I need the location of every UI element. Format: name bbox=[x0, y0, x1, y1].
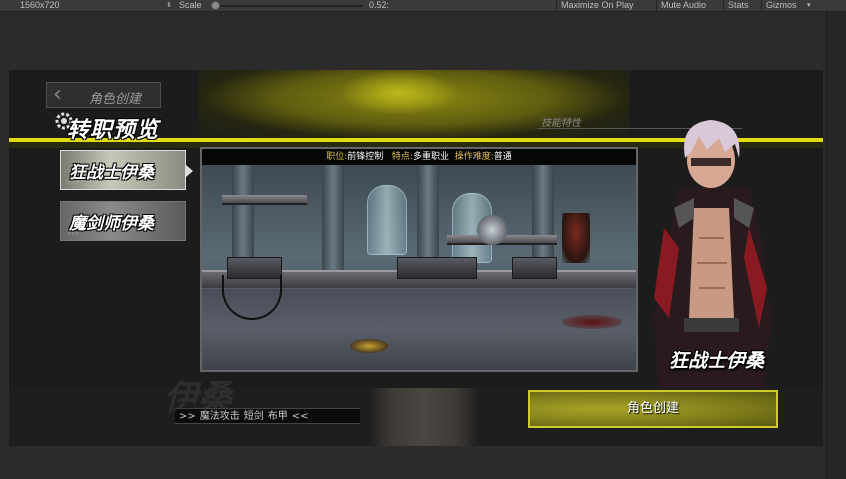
mute-audio-button[interactable]: Mute Audio bbox=[656, 0, 710, 11]
create-character-button[interactable]: 角色创建 bbox=[528, 390, 778, 428]
editor-toolbar: 1560x720 ⬍ Scale 0.52: Maximize On Play … bbox=[0, 0, 846, 12]
scene-floor-lamp bbox=[350, 339, 388, 353]
difficulty-key: 操作难度: bbox=[454, 152, 494, 162]
back-button[interactable]: ‹ 角色创建 bbox=[46, 82, 161, 108]
magic-attack-attr: 魔法攻击 bbox=[199, 411, 240, 422]
scene-machine bbox=[512, 257, 557, 279]
trait-key: 特点: bbox=[391, 152, 413, 162]
back-button-label: 角色创建 bbox=[89, 92, 142, 107]
job-preview-panel: 职位:前锋控制 特点:多重职业 操作难度:普通 bbox=[200, 147, 638, 372]
chevrons-icon: >>> bbox=[67, 180, 80, 186]
preview-info-bar: 职位:前锋控制 特点:多重职业 操作难度:普通 bbox=[202, 149, 636, 165]
attr-open-chevrons: >> bbox=[179, 411, 196, 422]
gizmos-dropdown-icon[interactable]: ▾ bbox=[807, 0, 811, 11]
character-legs-backdrop bbox=[369, 388, 479, 446]
scene-pillar bbox=[322, 165, 344, 285]
role-key: 职位: bbox=[326, 152, 348, 162]
background-paint-highlight bbox=[339, 70, 459, 115]
job-button-berserker[interactable]: 狂战士伊桑 >>> bbox=[60, 150, 186, 190]
short-sword-attr: 短剑 bbox=[243, 411, 264, 422]
gizmos-button[interactable]: Gizmos bbox=[761, 0, 801, 11]
dropdown-arrow-icon: ⬍ bbox=[166, 2, 172, 9]
maximize-on-play-button[interactable]: Maximize On Play bbox=[556, 0, 638, 11]
selected-indicator-icon bbox=[186, 165, 193, 177]
stats-button[interactable]: Stats bbox=[723, 0, 753, 11]
scene-blood-splat bbox=[562, 315, 622, 329]
scene-orb-enemy bbox=[477, 215, 507, 245]
scene-platform bbox=[222, 195, 307, 205]
gameplay-preview-scene bbox=[202, 165, 636, 370]
scale-label: Scale bbox=[179, 0, 202, 10]
chevrons-icon: >>> bbox=[67, 231, 80, 237]
job-button-label: 狂战士伊桑 bbox=[69, 163, 154, 183]
difficulty-value: 普通 bbox=[493, 152, 512, 162]
scene-machine bbox=[397, 257, 477, 279]
resolution-dropdown[interactable]: 1560x720 bbox=[20, 0, 60, 11]
chevron-left-icon: ‹ bbox=[53, 82, 62, 107]
job-button-magic-swordsman[interactable]: 魔剑师伊桑 >>> bbox=[60, 201, 186, 241]
attr-close-chevrons: << bbox=[291, 411, 309, 422]
attribute-bar: >> 魔法攻击 短剑 布甲 << bbox=[175, 408, 360, 424]
character-name: 狂战士伊桑 bbox=[669, 350, 765, 372]
cloth-armor-attr: 布甲 bbox=[267, 411, 288, 422]
editor-side-panel bbox=[826, 12, 846, 479]
role-value: 前锋控制 bbox=[347, 152, 384, 162]
scale-slider-handle[interactable] bbox=[211, 1, 220, 10]
scale-value: 0.52: bbox=[369, 0, 390, 10]
job-button-label: 魔剑师伊桑 bbox=[69, 214, 154, 234]
page-title: 转职预览 bbox=[67, 118, 160, 143]
scene-glass-tank bbox=[367, 185, 407, 255]
trait-value: 多重职业 bbox=[412, 152, 449, 162]
scale-slider-track[interactable] bbox=[213, 5, 363, 7]
game-viewport: ‹ 角色创建 转职预览 技能特性 狂战士伊桑 >>> 魔剑师伊桑 >>> 职位:… bbox=[9, 70, 823, 446]
skill-section-label: 技能特性 bbox=[541, 118, 581, 129]
scene-character bbox=[562, 213, 590, 263]
